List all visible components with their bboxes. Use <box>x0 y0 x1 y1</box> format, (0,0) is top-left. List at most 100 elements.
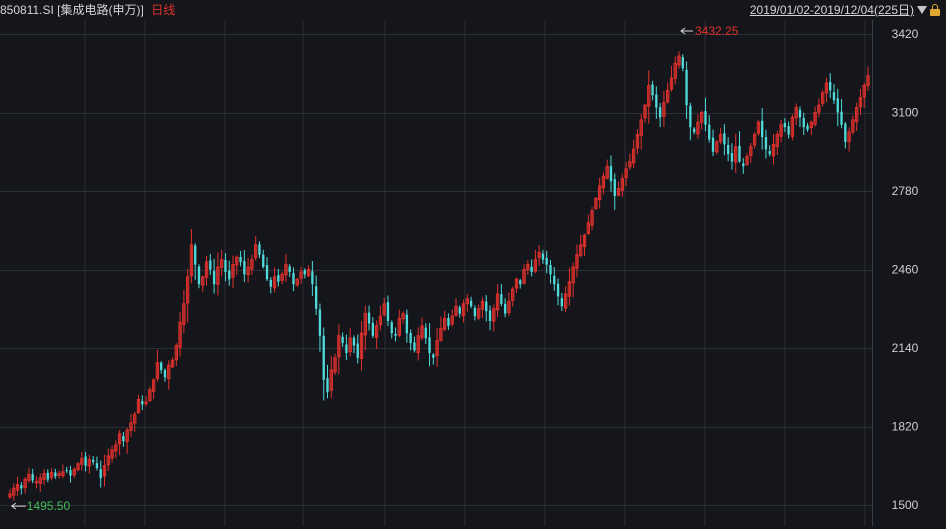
candle-body-down <box>500 294 503 304</box>
y-axis-ticks: 3420 3100 2780 2460 2140 1820 1500 <box>892 27 919 512</box>
candle-body-down <box>836 98 839 113</box>
candle-body-down <box>798 109 802 118</box>
candle-body-down <box>708 124 711 140</box>
candle-body-down <box>428 337 431 353</box>
candle-body-down <box>553 275 556 285</box>
chart-header-right: 2019/01/02-2019/12/04(225日) <box>750 3 940 17</box>
candle-body-down <box>692 128 696 133</box>
candle-body-down <box>458 307 461 314</box>
candle-body-down <box>783 122 787 128</box>
candle-body-down <box>367 312 371 324</box>
candle-body-down <box>197 266 201 285</box>
candle-body-down <box>99 469 102 479</box>
candle-body-down <box>224 260 227 272</box>
candle-body-down <box>405 314 409 334</box>
candle-body-down <box>764 137 768 150</box>
candle-body-down <box>163 370 167 378</box>
candle-body-down <box>787 126 790 135</box>
candle-body-down <box>277 275 280 282</box>
high-price-label: 3432.25 <box>695 24 739 38</box>
candle-body-down <box>356 343 359 358</box>
security-name: [集成电路(申万)] <box>57 3 144 17</box>
candle-body-down <box>194 245 197 265</box>
period-label[interactable]: 日线 <box>151 3 175 17</box>
y-tick-label: 3420 <box>892 27 919 41</box>
y-tick-label: 2460 <box>892 263 919 277</box>
low-price-label: 1495.50 <box>27 499 71 513</box>
candle-body-down <box>545 257 548 265</box>
candle-body-down <box>243 261 246 275</box>
y-tick-label: 1820 <box>892 420 919 434</box>
candle-body-down <box>802 118 805 128</box>
y-tick-label: 2140 <box>892 341 919 355</box>
candle-body-down <box>258 244 261 255</box>
low-marker-arrow <box>10 502 26 510</box>
candle-body-down <box>314 286 318 309</box>
candle-body-down <box>228 270 231 280</box>
candle-body-down <box>288 266 291 272</box>
security-code: 850811.SI <box>0 3 54 17</box>
candle-body-down <box>738 145 741 162</box>
candle-body-down <box>318 309 322 336</box>
candle-body-up <box>34 481 39 484</box>
candle-body-down <box>269 279 272 287</box>
candle-body-down <box>723 133 726 145</box>
candle-body-down <box>122 436 125 442</box>
candle-body-down <box>806 125 809 130</box>
grid-lines <box>0 20 873 526</box>
candle-body-down <box>46 472 49 480</box>
candle-body-down <box>322 335 325 380</box>
candle-body-down <box>209 260 212 270</box>
high-marker-arrow <box>680 27 694 35</box>
candle-body-down <box>239 256 242 263</box>
candle-body-down <box>65 470 68 472</box>
candle-body-down <box>530 266 533 272</box>
lock-icon[interactable] <box>930 4 940 16</box>
candle-body-down <box>541 253 545 260</box>
candle-body-down <box>352 337 356 346</box>
candle-body-down <box>84 456 87 466</box>
y-tick-label: 3100 <box>892 106 919 120</box>
candle-body-down <box>685 69 688 106</box>
candle-body-down <box>519 280 522 285</box>
candle-body-down <box>371 322 375 336</box>
candle-body-down <box>345 344 348 353</box>
candle-body-down <box>311 271 314 285</box>
candle-body-down <box>390 322 393 334</box>
candle-body-down <box>704 110 707 125</box>
chart-header-left: 850811.SI [集成电路(申万)] 日线 <box>0 3 175 17</box>
candle-body-down <box>141 401 144 405</box>
candlestick-chart: 3420 3100 2780 2460 2140 1820 1500 3432.25 1495… <box>0 20 919 526</box>
candle-body-down <box>689 105 692 128</box>
dropdown-triangle-icon[interactable] <box>917 6 927 14</box>
candle-body-down <box>326 378 329 393</box>
candle-body-down <box>303 270 306 275</box>
candle-body-down <box>742 163 745 167</box>
y-tick-label: 2780 <box>892 184 919 198</box>
candle-body-down <box>447 317 450 326</box>
candle-body-down <box>54 472 57 477</box>
candle-body-down <box>844 123 847 142</box>
date-range-link[interactable]: 2019/01/02-2019/12/04(225日) <box>750 3 914 17</box>
candle-body-down <box>394 333 397 336</box>
candle-body-down <box>730 153 734 162</box>
candle-body-down <box>265 265 269 280</box>
candle-body-down <box>711 137 715 152</box>
candle-body-down <box>95 463 99 469</box>
candle-body-down <box>485 301 488 312</box>
candle-body-down <box>560 298 564 307</box>
candle-body-down <box>424 327 427 339</box>
candle-body-down <box>91 459 95 463</box>
candle-body-down <box>31 474 34 481</box>
candle-body-down <box>262 254 265 268</box>
candle-body-down <box>768 151 771 155</box>
candle-body-down <box>760 120 764 138</box>
candle-body-down <box>160 362 163 371</box>
candle-body-down <box>681 57 684 69</box>
candle-body-down <box>658 107 662 118</box>
candle-body-down <box>655 94 658 108</box>
candles <box>8 51 870 501</box>
candle-body-down <box>20 485 23 489</box>
candle-body-down <box>292 273 295 285</box>
candle-body-down <box>613 179 616 196</box>
